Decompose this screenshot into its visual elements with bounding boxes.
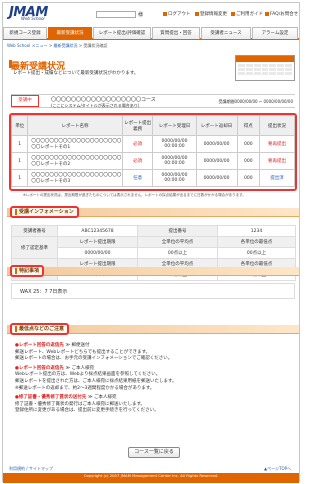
table-row: 1 〇〇〇〇〇〇〇〇〇〇〇〇〇〇〇〇〇〇〇〇〇〇レポートその3 任意 0000/… — [11, 169, 295, 187]
table-row: 1 〇〇〇〇〇〇〇〇〇〇〇〇〇〇〇〇〇〇〇〇〇〇レポートその2 必須 0000/… — [11, 152, 295, 170]
required-cell: 必須 — [121, 152, 154, 170]
course-subtitle: (ここにシステム/タイトルが表示される場合あり) — [51, 103, 140, 108]
received-cell: 0000/00/00 00:00:00 — [152, 169, 197, 187]
status-link[interactable]: 要再提出 — [259, 152, 295, 170]
breadcrumb: Web School メニュー > 最新受講状況 > 受講状況確認 — [7, 43, 108, 48]
logo-sub: Web School — [21, 16, 45, 21]
arrow-icon — [265, 11, 269, 16]
main-nav: 新規コース登録 最新受講状況 レポート提出/評価確認 質問提出・回答 受講者ニュ… — [3, 27, 299, 40]
user-suffix: 様 — [138, 12, 144, 18]
score-cell: 000 — [236, 135, 261, 153]
footer-links[interactable]: 利用規約 / サイトマップ — [9, 466, 53, 472]
tab-report[interactable]: レポート提出/評価確認 — [93, 27, 151, 39]
breadcrumb-home[interactable]: Web School メニュー — [7, 43, 48, 48]
arrow-icon — [163, 11, 167, 16]
score-cell: 000 — [236, 169, 261, 187]
status-link[interactable]: 要再提出 — [259, 135, 295, 153]
caution-item: ●修了証書・優秀修了賞状の送付先 ≫ ご本人様宛 修了証書・優秀修了賞状の発行は… — [15, 395, 159, 414]
special-section-header: 特記事項 — [7, 265, 299, 277]
unit-cell: 1 — [11, 169, 29, 187]
info-section-header: 受講インフォメーション — [7, 206, 299, 218]
col-score: 得点 — [236, 115, 261, 136]
guide-link[interactable]: ご利用ガイド — [231, 11, 263, 17]
tab-latest-status[interactable]: 最新受講状況 — [48, 27, 92, 39]
status-link[interactable]: 提出済 — [259, 169, 295, 187]
caution-item: ●レポート回答の返信先 ≫ 郵便送付 郵送レポート、Webレポートどちらでも提出… — [15, 343, 173, 362]
col-received: レポート受理日 — [152, 115, 197, 136]
required-cell: 任意 — [121, 169, 154, 187]
report-table: 単位 レポート名称 レポート提出義務 レポート受理日 レポート返却日 得点 提出… — [9, 113, 297, 191]
arrow-icon — [231, 11, 235, 16]
table-note: ※レポートの提出状況は、提出期限が過ぎたものについては表示されません。レポートの… — [23, 193, 246, 197]
footer: Copyright (c) 2007 JMAM Management Cente… — [3, 473, 299, 483]
report-name: 〇〇〇〇〇〇〇〇〇〇〇〇〇〇〇〇〇〇〇〇〇〇レポートその3 — [27, 169, 123, 187]
arrow-icon — [195, 11, 199, 16]
col-unit: 単位 — [11, 115, 29, 136]
info-row: 受講者番号 ABC12345678 提出番号 1234 — [11, 225, 296, 237]
profile-link[interactable]: 登録情報変更 — [195, 11, 227, 17]
table-row: 1 〇〇〇〇〇〇〇〇〇〇〇〇〇〇〇〇〇〇〇〇〇〇レポートその1 必須 0000/… — [11, 135, 295, 153]
user-name-field — [96, 11, 136, 18]
tab-news[interactable]: 受講者ニュース — [201, 27, 251, 39]
tab-new-course[interactable]: 新規コース登録 — [3, 27, 47, 39]
table-header-row: 単位 レポート名称 レポート提出義務 レポート受理日 レポート返却日 得点 提出… — [11, 115, 295, 136]
tab-questions[interactable]: 質問提出・回答 — [152, 27, 200, 39]
unit-cell: 1 — [11, 152, 29, 170]
breadcrumb-current: 受講状況確認 — [83, 43, 108, 48]
report-name: 〇〇〇〇〇〇〇〇〇〇〇〇〇〇〇〇〇〇〇〇〇〇レポートその2 — [27, 152, 123, 170]
returned-cell: 0000/00/00 — [195, 169, 238, 187]
special-section-title: 特記事項 — [10, 265, 45, 277]
calendar-icon — [235, 55, 295, 81]
returned-cell: 0000/00/00 — [195, 152, 238, 170]
page-frame: JMAM Web School 様 ログアウト 登録情報変更 ご利用ガイド FA… — [2, 2, 300, 483]
col-name: レポート名称 — [27, 115, 123, 136]
required-cell: 必須 — [121, 135, 154, 153]
tab-alarm[interactable]: アラーム設定 — [252, 27, 298, 39]
course-period: 受講期間0000/00/00 ~ 0000/00/00/00 — [218, 99, 293, 104]
col-returned: レポート返却日 — [195, 115, 238, 136]
received-cell: 0000/00/00 00:00:00 — [152, 152, 197, 170]
info-section-title: 受講インフォメーション — [10, 206, 79, 218]
faq-link[interactable]: FAQ/お問合せ — [265, 11, 298, 17]
col-status: 提出状況 — [259, 115, 295, 136]
info-row: 修了認定基準 レポート提出期限 全単位の平均点 各単位の最低点 — [11, 236, 296, 259]
page-subtitle: レポート提出・成績などについて最新受講状況がわかります。 — [13, 71, 139, 76]
unit-cell: 1 — [11, 135, 29, 153]
header: JMAM Web School 様 ログアウト 登録情報変更 ご利用ガイド FA… — [3, 3, 299, 21]
copyright: Copyright (c) 2007 JMAM Management Cente… — [83, 473, 219, 478]
report-name: 〇〇〇〇〇〇〇〇〇〇〇〇〇〇〇〇〇〇〇〇〇〇レポートその1 — [27, 135, 123, 153]
caution-section-title: 最低点などのご注意 — [10, 323, 70, 335]
course-name: 〇〇〇〇〇〇〇〇〇〇〇〇〇〇〇〇〇〇コース — [51, 97, 156, 103]
breadcrumb-status[interactable]: 最新受講状況 — [53, 43, 77, 48]
status-badge[interactable]: 受講中 — [11, 95, 39, 107]
col-required: レポート提出義務 — [121, 115, 154, 136]
caution-list: ●レポート回答の返信先 ≫ 郵便送付 郵送レポート、Webレポートどちらでも提出… — [15, 343, 297, 415]
logout-link[interactable]: ログアウト — [163, 11, 191, 17]
returned-cell: 0000/00/00 — [195, 135, 238, 153]
caution-section-header: 最低点などのご注意 — [7, 323, 299, 335]
page-top-link[interactable]: ▲ページTOPへ — [264, 466, 291, 472]
back-to-course-list-button[interactable]: コース一覧に戻る — [128, 447, 180, 458]
caution-item: ●レポート回答の返信先 ≫ ご本人様宛 Webレポート提出の方は、Webより採点… — [15, 365, 177, 391]
score-cell: 000 — [236, 152, 261, 170]
special-notes: WAX 25：7 7日表示 — [11, 283, 295, 299]
received-cell: 0000/00/00 00:00:00 — [152, 135, 197, 153]
course-bar: 受講中 〇〇〇〇〇〇〇〇〇〇〇〇〇〇〇〇〇〇コース (ここにシステム/タイトルが… — [11, 94, 295, 108]
